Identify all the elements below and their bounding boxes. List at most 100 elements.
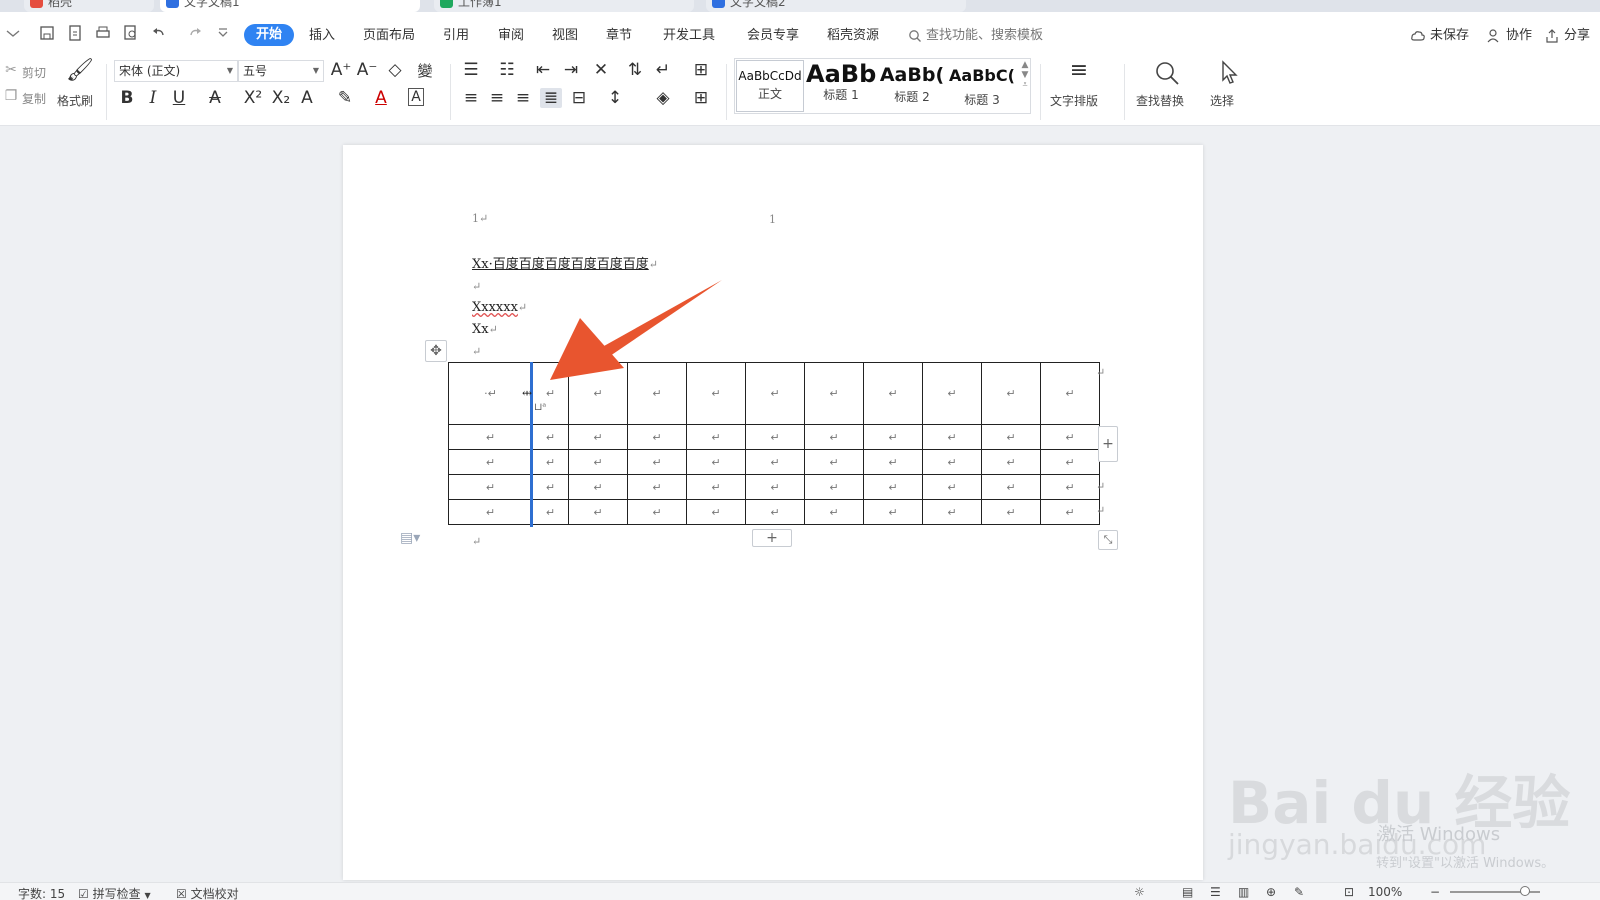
- table-cell[interactable]: ↵: [532, 449, 569, 475]
- table-cell[interactable]: ↵: [922, 362, 982, 425]
- style-heading-3[interactable]: AaBbC( 标题 3: [948, 60, 1016, 112]
- style-normal[interactable]: AaBbCcDd 正文: [736, 60, 804, 112]
- zoom-out-icon[interactable]: −: [1430, 885, 1440, 899]
- superscript-icon[interactable]: X²: [242, 88, 264, 108]
- font-name-select[interactable]: 宋体 (正文) ▼: [114, 60, 238, 82]
- table-cell[interactable]: ↵: [448, 424, 533, 450]
- write-mode-icon[interactable]: ✎: [1294, 885, 1304, 899]
- redo-icon[interactable]: [186, 24, 206, 44]
- table-cell[interactable]: ↵: [863, 449, 923, 475]
- table-cell[interactable]: ↵: [1040, 449, 1100, 475]
- table-cell[interactable]: ↵: [981, 449, 1041, 475]
- char-border-icon[interactable]: A: [408, 88, 424, 106]
- distribute-icon[interactable]: ⊟: [568, 88, 590, 108]
- tab-document-2[interactable]: 文字文稿2: [706, 0, 966, 12]
- print-icon[interactable]: [94, 24, 114, 44]
- align-right-icon[interactable]: ≡: [512, 88, 534, 108]
- sort-icon[interactable]: ⇅: [624, 60, 646, 80]
- document-line-2[interactable]: Xxxxxx↵: [472, 300, 527, 315]
- feature-search[interactable]: 查找功能、搜索模板: [908, 26, 1043, 46]
- table-cell[interactable]: ↵: [532, 499, 569, 525]
- tab-docer[interactable]: 稻壳: [24, 0, 154, 12]
- table-cell[interactable]: ↵: [1040, 499, 1100, 525]
- table-cell[interactable]: ↵: [627, 449, 687, 475]
- search-icon[interactable]: [1154, 60, 1180, 86]
- find-replace-button[interactable]: 查找替换: [1136, 92, 1184, 109]
- unsaved-button[interactable]: 未保存: [1410, 26, 1469, 46]
- grow-font-icon[interactable]: A⁺: [330, 60, 352, 80]
- table-cell[interactable]: ↵: [448, 499, 533, 525]
- table-cell[interactable]: ↵: [804, 499, 864, 525]
- table-cell[interactable]: ↵: [568, 424, 628, 450]
- table-cell[interactable]: ·↵: [448, 362, 533, 425]
- highlight-icon[interactable]: ✎: [334, 88, 356, 108]
- table-cell[interactable]: ↵: [922, 424, 982, 450]
- customize-icon[interactable]: [214, 24, 234, 44]
- table-cell[interactable]: ↵: [568, 449, 628, 475]
- table-move-handle[interactable]: ✥: [425, 340, 447, 362]
- table-cell[interactable]: ↵: [863, 362, 923, 425]
- cut-button[interactable]: 剪切: [22, 64, 46, 81]
- table-cell[interactable]: ↵: [745, 474, 805, 500]
- table-cell[interactable]: ↵: [568, 474, 628, 500]
- table-cell[interactable]: ↵: [922, 499, 982, 525]
- table-cell[interactable]: ↵: [804, 424, 864, 450]
- table-cell[interactable]: ↵: [532, 474, 569, 500]
- table-cell[interactable]: ↵: [922, 449, 982, 475]
- text-layout-button[interactable]: 文字排版: [1050, 92, 1098, 109]
- strikethrough-icon[interactable]: A: [204, 88, 226, 108]
- text-layout-icon[interactable]: ≡: [1068, 58, 1090, 83]
- copy-button[interactable]: 复制: [22, 90, 46, 107]
- menu-member[interactable]: 会员专享: [747, 26, 799, 46]
- web-view-icon[interactable]: ⊕: [1266, 885, 1276, 899]
- tab-workbook-1[interactable]: 工作簿1: [434, 0, 694, 12]
- table-cell[interactable]: ↵: [627, 474, 687, 500]
- print-preview-icon[interactable]: [122, 24, 142, 44]
- outline-view-icon[interactable]: ☰: [1210, 885, 1221, 899]
- increase-indent-icon[interactable]: ⇥: [560, 60, 582, 80]
- style-heading-1[interactable]: AaBb 标题 1: [806, 60, 876, 112]
- doc-proof-button[interactable]: ☒ 文档校对: [176, 885, 239, 900]
- table-cell[interactable]: ↵: [981, 474, 1041, 500]
- more-icon[interactable]: [4, 24, 24, 44]
- table-cell[interactable]: ↵: [686, 449, 746, 475]
- format-painter-icon[interactable]: 🖌: [66, 58, 94, 83]
- phonetic-icon[interactable]: 變: [414, 60, 436, 81]
- italic-icon[interactable]: I: [142, 88, 164, 108]
- menu-chapter[interactable]: 章节: [606, 26, 632, 46]
- styles-scroll-icon[interactable]: ▲ ▼ ⩡: [1014, 60, 1036, 90]
- menu-page-layout[interactable]: 页面布局: [363, 26, 415, 46]
- table-cell[interactable]: ↵: [922, 474, 982, 500]
- page-view-icon[interactable]: ▤: [1182, 885, 1193, 899]
- table-cell[interactable]: ↵: [745, 362, 805, 425]
- table-cell[interactable]: ↵: [863, 499, 923, 525]
- format-painter-button[interactable]: 格式刷: [57, 92, 93, 109]
- shading-icon[interactable]: ◈: [652, 88, 674, 108]
- cursor-select-icon[interactable]: [1218, 60, 1240, 86]
- style-heading-2[interactable]: AaBb( 标题 2: [878, 60, 946, 112]
- table-cell[interactable]: ↵: [1040, 424, 1100, 450]
- table-cell[interactable]: ↵: [627, 424, 687, 450]
- export-pdf-icon[interactable]: [66, 24, 86, 44]
- table-cell[interactable]: ↵: [804, 362, 864, 425]
- menu-home[interactable]: 开始: [244, 24, 295, 46]
- table-cell[interactable]: ↵: [448, 449, 533, 475]
- document-assist-icon[interactable]: ▤▾: [400, 530, 420, 546]
- decrease-indent-icon[interactable]: ⇤: [532, 60, 554, 80]
- menu-references[interactable]: 引用: [443, 26, 469, 46]
- scissors-icon[interactable]: ✂: [0, 62, 22, 78]
- table-cell[interactable]: ↵: [1040, 362, 1100, 425]
- show-marks-icon[interactable]: ⊞: [690, 60, 712, 80]
- table-cell[interactable]: ↵: [863, 474, 923, 500]
- table-cell[interactable]: ↵: [981, 424, 1041, 450]
- align-left-icon[interactable]: ≡: [460, 88, 482, 108]
- add-row-button[interactable]: +: [752, 529, 792, 547]
- table-cell[interactable]: ↵: [686, 474, 746, 500]
- menu-view[interactable]: 视图: [552, 26, 578, 46]
- tab-document-1[interactable]: 文字文稿1: [160, 0, 420, 12]
- borders-icon[interactable]: ⊞: [690, 88, 712, 108]
- line-spacing-icon[interactable]: ↕: [604, 88, 626, 108]
- zoom-level[interactable]: 100%: [1368, 885, 1402, 899]
- menu-docer-resources[interactable]: 稻壳资源: [827, 26, 879, 46]
- word-count[interactable]: 字数: 15: [18, 885, 65, 900]
